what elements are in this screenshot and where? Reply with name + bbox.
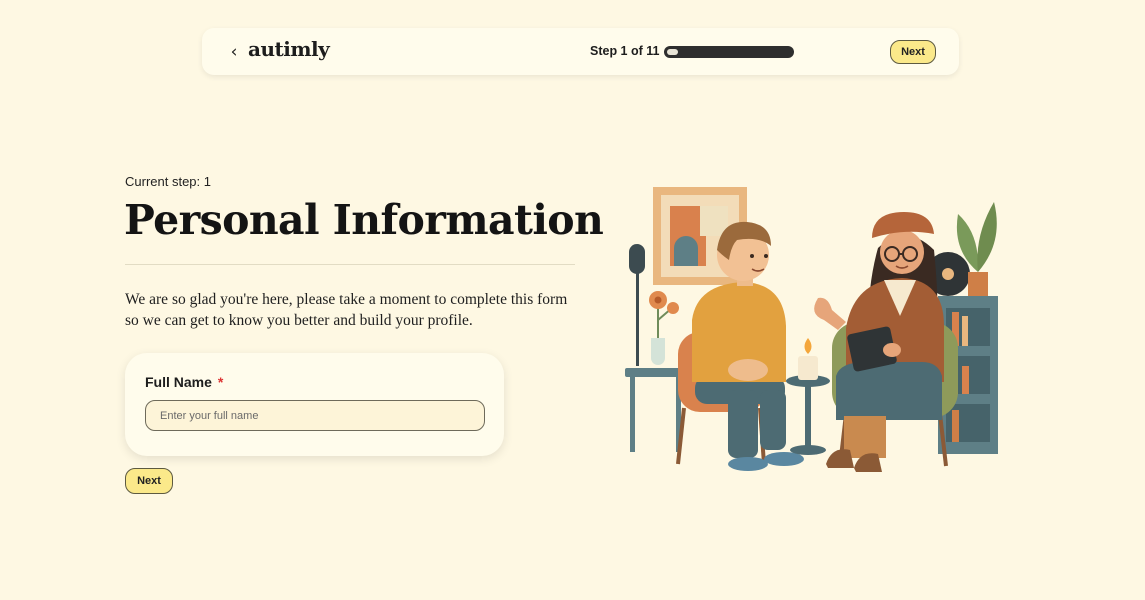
step-indicator: Step 1 of 11 [590, 44, 660, 58]
page-title: Personal Information [124, 196, 604, 244]
header-next-button[interactable]: Next [890, 40, 936, 64]
chevron-left-icon[interactable]: ‹ [226, 42, 242, 62]
app-logo: autimly [248, 37, 330, 61]
counseling-illustration [625, 187, 998, 472]
top-navigation-bar: ‹ autimly Step 1 of 11 Next [202, 28, 959, 75]
divider [125, 264, 575, 265]
current-step-label: Current step: 1 [125, 174, 211, 189]
intro-text: We are so glad you're here, please take … [125, 291, 568, 329]
full-name-input[interactable] [145, 400, 485, 431]
full-name-label: Full Name * [145, 374, 223, 390]
candle-icon [798, 356, 818, 380]
microphone-icon [629, 244, 645, 274]
progress-fill [667, 49, 678, 55]
form-next-button[interactable]: Next [125, 468, 173, 494]
required-asterisk: * [217, 374, 224, 390]
full-name-label-text: Full Name [145, 374, 212, 390]
progress-bar [664, 46, 794, 58]
full-name-card: Full Name * [125, 353, 504, 456]
